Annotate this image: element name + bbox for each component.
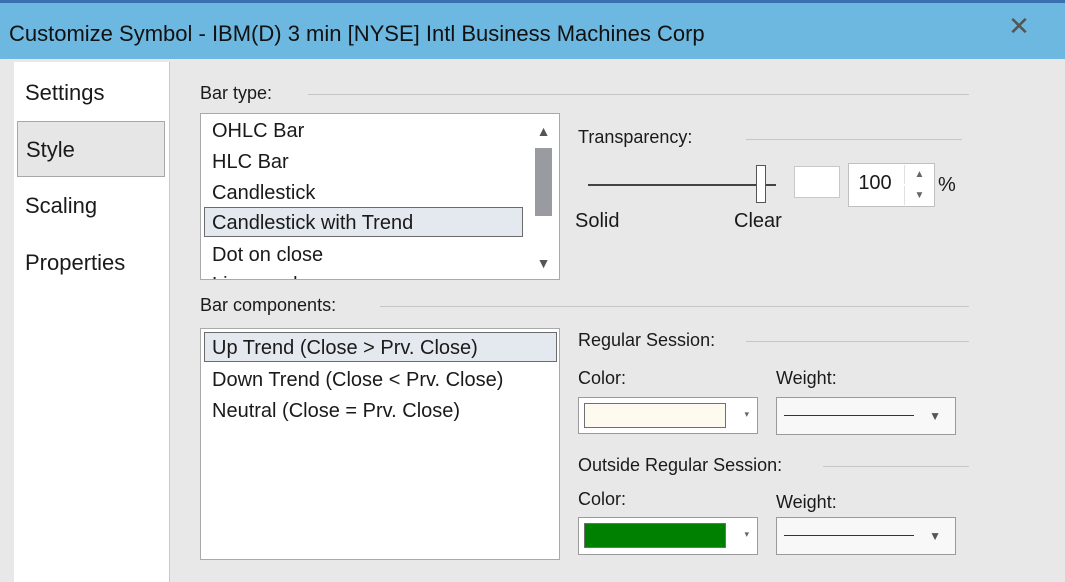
regular-color-label: Color: xyxy=(578,368,627,388)
title-bar: Customize Symbol - IBM(D) 3 min [NYSE] I… xyxy=(0,0,1065,59)
sidebar-item-properties[interactable]: Properties xyxy=(17,235,165,291)
list-item[interactable]: Dot on close xyxy=(204,239,524,269)
sidebar-item-scaling[interactable]: Scaling xyxy=(17,178,165,234)
outside-weight-label: Weight: xyxy=(776,492,837,512)
percent-unit: % xyxy=(938,174,956,196)
scroll-down-icon[interactable]: ▼ xyxy=(528,248,559,278)
bar-type-scrollbar[interactable]: ▲ ▼ xyxy=(528,114,559,279)
list-item[interactable]: Down Trend (Close < Prv. Close) xyxy=(204,364,557,394)
chevron-down-icon[interactable]: ▾ xyxy=(744,529,749,540)
scroll-thumb[interactable] xyxy=(535,148,552,216)
bar-components-divider xyxy=(380,306,969,307)
transparency-spinner[interactable]: 100 ▲ ▼ xyxy=(848,163,935,207)
list-item[interactable]: HLC Bar xyxy=(204,146,524,176)
list-item[interactable]: OHLC Bar xyxy=(204,115,524,145)
spin-down-icon[interactable]: ▼ xyxy=(904,186,934,205)
chevron-down-icon[interactable]: ▼ xyxy=(929,529,941,543)
transparency-slider-thumb[interactable] xyxy=(756,165,766,203)
list-item-selected[interactable]: Candlestick with Trend xyxy=(204,207,523,237)
weight-line-sample xyxy=(784,415,914,416)
close-icon[interactable]: ✕ xyxy=(1005,12,1033,40)
transparency-slider-track[interactable] xyxy=(588,184,776,186)
bar-type-label: Bar type: xyxy=(200,83,273,103)
transparency-value[interactable]: 100 xyxy=(849,164,901,206)
chevron-down-icon[interactable]: ▾ xyxy=(744,409,749,420)
regular-session-label: Regular Session: xyxy=(578,330,716,350)
outside-color-label: Color: xyxy=(578,489,627,509)
window-title: Customize Symbol - IBM(D) 3 min [NYSE] I… xyxy=(9,21,705,46)
regular-color-picker[interactable]: ▾ xyxy=(578,397,758,434)
spin-up-icon[interactable]: ▲ xyxy=(904,165,934,184)
list-item[interactable]: Line on close xyxy=(204,269,524,279)
regular-weight-label: Weight: xyxy=(776,368,837,388)
regular-session-divider xyxy=(746,341,969,342)
slider-max-label: Clear xyxy=(734,210,782,232)
transparency-preview xyxy=(794,166,840,198)
bar-type-divider xyxy=(308,94,969,95)
color-swatch xyxy=(584,403,726,428)
chevron-down-icon[interactable]: ▼ xyxy=(929,409,941,423)
weight-line-sample xyxy=(784,535,914,536)
list-item[interactable]: Neutral (Close = Prv. Close) xyxy=(204,395,557,425)
outside-session-divider xyxy=(823,466,969,467)
outside-color-picker[interactable]: ▾ xyxy=(578,517,758,555)
outside-session-label: Outside Regular Session: xyxy=(578,455,783,475)
list-item-selected[interactable]: Up Trend (Close > Prv. Close) xyxy=(204,332,557,362)
bar-type-list[interactable]: OHLC Bar HLC Bar Candlestick Candlestick… xyxy=(200,113,560,280)
color-swatch xyxy=(584,523,726,548)
outside-weight-picker[interactable]: ▼ xyxy=(776,517,956,555)
scroll-up-icon[interactable]: ▲ xyxy=(528,116,559,146)
sidebar: Settings Style Scaling Properties xyxy=(14,62,170,582)
transparency-label: Transparency: xyxy=(578,127,693,147)
slider-min-label: Solid xyxy=(575,210,620,232)
list-item[interactable]: Candlestick xyxy=(204,177,524,207)
sidebar-item-settings[interactable]: Settings xyxy=(17,65,165,121)
transparency-divider xyxy=(746,139,962,140)
bar-components-label: Bar components: xyxy=(200,295,337,315)
bar-components-list[interactable]: Up Trend (Close > Prv. Close) Down Trend… xyxy=(200,328,560,560)
regular-weight-picker[interactable]: ▼ xyxy=(776,397,956,435)
sidebar-item-style[interactable]: Style xyxy=(17,121,165,177)
